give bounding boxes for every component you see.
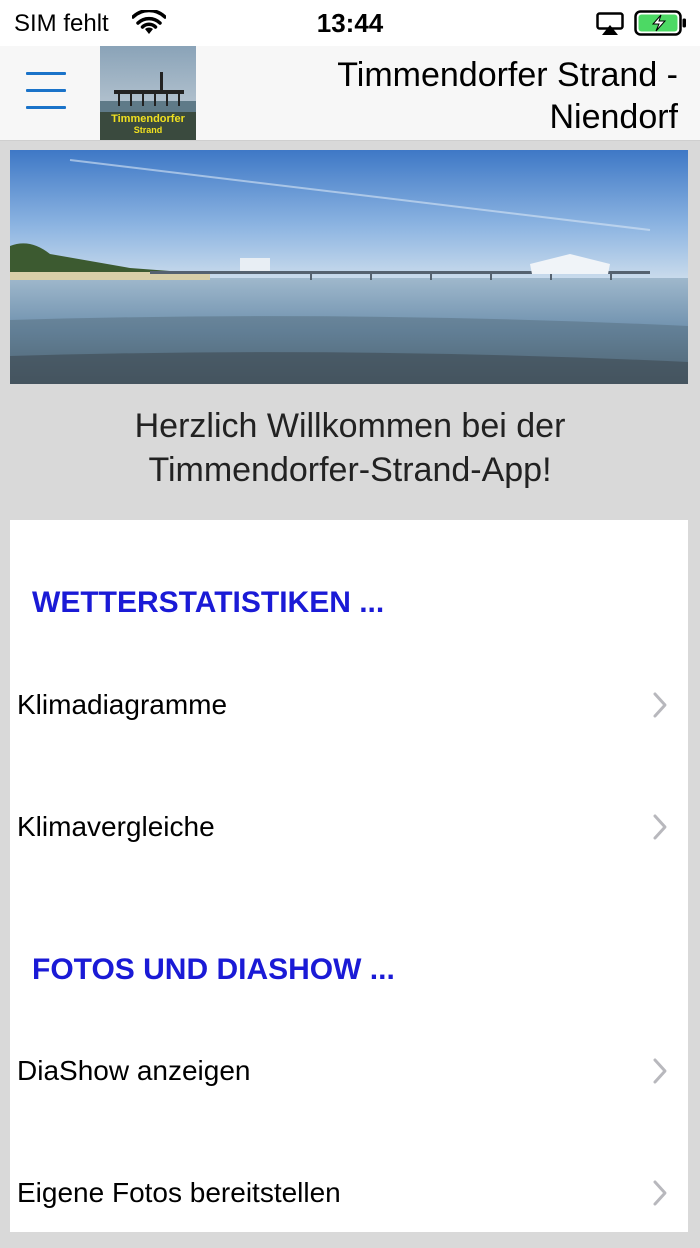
hero-image: [10, 150, 688, 384]
list-item-diashow[interactable]: DiaShow anzeigen: [10, 1016, 688, 1126]
logo-line-1: Timmendorfer: [111, 113, 185, 125]
clock: 13:44: [316, 8, 384, 38]
welcome-message: Herzlich Willkommen bei der Timmendorfer…: [0, 404, 700, 492]
menu-list: WETTERSTATISTIKEN ... Klimadiagramme Kli…: [10, 520, 688, 1232]
logo-line-2: Strand: [133, 125, 163, 135]
list-item-klimavergleiche[interactable]: Klimavergleiche: [10, 772, 688, 882]
list-item-label: Klimavergleiche: [17, 811, 215, 842]
chevron-right-icon: [653, 692, 667, 718]
list-item-label: Klimadiagramme: [17, 689, 228, 720]
menu-icon[interactable]: [26, 72, 66, 112]
list-item-eigene-fotos[interactable]: Eigene Fotos bereitstellen: [10, 1138, 688, 1248]
status-bar: SIM fehlt 13:44: [0, 0, 700, 46]
chevron-right-icon: [653, 1058, 667, 1084]
list-item-label: DiaShow anzeigen: [17, 1055, 251, 1086]
chevron-right-icon: [653, 1180, 667, 1206]
section-header-photos: FOTOS UND DIASHOW ...: [32, 953, 395, 986]
chevron-right-icon: [653, 814, 667, 840]
section-header-weather: WETTERSTATISTIKEN ...: [32, 586, 385, 619]
menu-line: [26, 106, 66, 109]
menu-line: [26, 72, 66, 75]
app-logo: Timmendorfer Strand: [100, 46, 196, 140]
list-item-label: Eigene Fotos bereitstellen: [17, 1177, 341, 1208]
nav-bar: Timmendorfer Strand Timmendorfer Strand …: [0, 46, 700, 141]
airplay-icon: [596, 12, 624, 35]
welcome-line-2: Timmendorfer-Strand-App!: [148, 451, 552, 489]
welcome-line-1: Herzlich Willkommen bei der: [134, 407, 566, 445]
battery-icon: [634, 10, 686, 36]
logo-text: Timmendorfer Strand: [100, 114, 196, 136]
list-item-klimadiagramme[interactable]: Klimadiagramme: [10, 650, 688, 760]
beach-pier-photo: [10, 150, 688, 384]
menu-line: [26, 89, 66, 92]
page-title: Timmendorfer Strand - Niendorf: [337, 56, 678, 136]
